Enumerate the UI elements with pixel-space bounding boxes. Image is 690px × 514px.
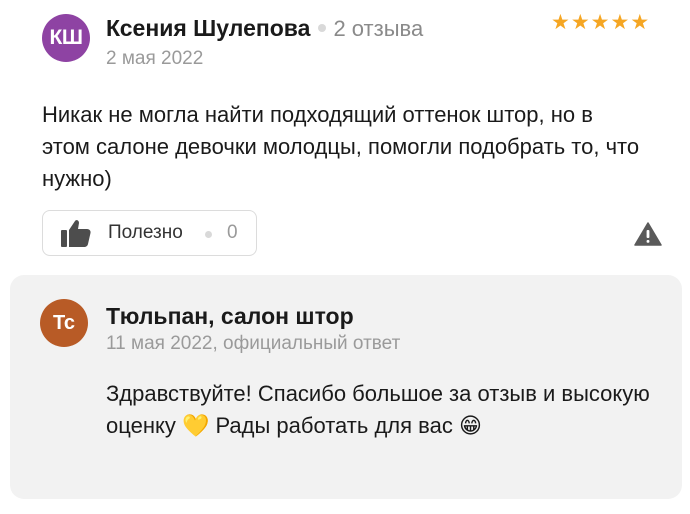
review-card: КШ Ксения Шулепова 2 отзыва 2 мая 2022 ★… xyxy=(0,0,690,514)
review-date: 2 мая 2022 xyxy=(106,48,204,69)
useful-label: Полезно xyxy=(108,222,183,243)
star-icon: ★ xyxy=(630,11,650,34)
author-avatar[interactable]: КШ xyxy=(42,14,90,62)
star-icon: ★ xyxy=(551,11,570,34)
official-reply: Тс Тюльпан, салон штор 11 мая 2022, офиц… xyxy=(10,275,682,499)
org-name[interactable]: Тюльпан, салон штор xyxy=(106,303,354,330)
separator-dot xyxy=(205,231,212,238)
reply-meta: 11 мая 2022, официальный ответ xyxy=(106,333,401,354)
separator-dot xyxy=(318,24,327,32)
org-avatar[interactable]: Тс xyxy=(40,299,88,347)
star-icon: ★ xyxy=(610,11,630,34)
useful-button[interactable]: Полезно 0 xyxy=(42,210,257,256)
author-name[interactable]: Ксения Шулепова xyxy=(106,15,310,42)
star-icon: ★ xyxy=(570,11,590,34)
author-review-count: 2 отзыва xyxy=(333,16,424,41)
useful-count: 0 xyxy=(227,222,238,243)
review-text: Никак не могла найти подходящий оттенок … xyxy=(42,102,640,191)
warning-icon[interactable] xyxy=(634,222,662,246)
star-icon: ★ xyxy=(590,11,610,34)
author-line: Ксения Шулепова 2 отзыва xyxy=(106,15,423,42)
reply-text: Здравствуйте! Спасибо большое за отзыв и… xyxy=(106,381,650,438)
rating-stars: ★ ★ ★ ★ ★ xyxy=(551,12,649,34)
thumbs-up-icon xyxy=(61,220,91,247)
